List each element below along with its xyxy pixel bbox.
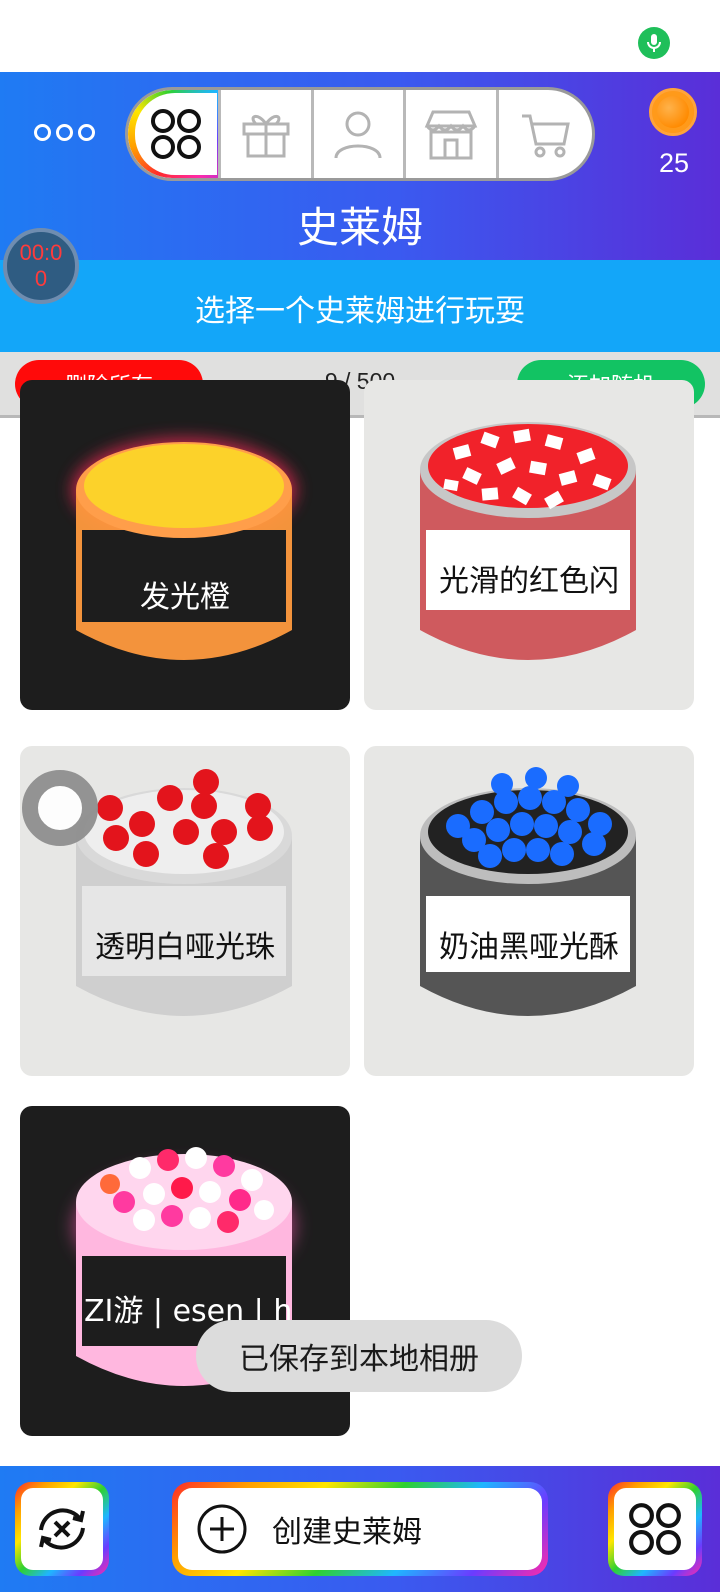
plus-circle-icon bbox=[197, 1504, 247, 1554]
top-tab-bar bbox=[125, 87, 595, 181]
timer-text-line1: 00:0 bbox=[19, 240, 63, 265]
tab-cart[interactable] bbox=[499, 90, 592, 178]
timer-text-line2: 0 bbox=[34, 266, 48, 291]
slime-label: 发光橙 bbox=[140, 580, 230, 615]
dot-icon bbox=[34, 124, 51, 141]
record-button[interactable] bbox=[22, 770, 98, 846]
cart-icon bbox=[521, 114, 570, 158]
profile-icon bbox=[334, 111, 382, 159]
slime-label: 透明白哑光珠 bbox=[95, 930, 275, 965]
slime-card[interactable]: 发光橙 bbox=[20, 380, 350, 710]
swap-button[interactable] bbox=[15, 1482, 109, 1576]
slime-grid-icon bbox=[150, 109, 201, 159]
slime-grid-button[interactable] bbox=[608, 1482, 702, 1576]
slime-jar-image bbox=[72, 438, 296, 660]
shop-icon bbox=[425, 110, 478, 160]
app-root: 25 史莱姆 选择一个史莱姆进行玩耍 00:0 0 删除所有 9 / 500 添… bbox=[0, 0, 720, 1592]
swap-icon bbox=[39, 1508, 85, 1550]
microphone-icon bbox=[638, 27, 670, 59]
slime-label: 光滑的红色闪 bbox=[439, 564, 619, 599]
page-title: 史莱姆 bbox=[296, 203, 423, 252]
coin-count: 25 bbox=[658, 148, 690, 178]
slime-label: 奶油黑哑光酥 bbox=[439, 930, 619, 965]
tab-shop[interactable] bbox=[406, 90, 500, 178]
coin-icon bbox=[649, 88, 697, 136]
status-bar bbox=[0, 0, 720, 72]
bottom-bar: 创建史莱姆 bbox=[0, 1466, 720, 1592]
header: 25 史莱姆 bbox=[0, 72, 720, 260]
subheader-text: 选择一个史莱姆进行玩耍 bbox=[195, 294, 525, 329]
tab-profile[interactable] bbox=[314, 90, 407, 178]
dot-icon bbox=[78, 124, 95, 141]
gift-icon bbox=[242, 115, 290, 158]
slime-jar-image bbox=[420, 767, 636, 1016]
slime-grid-icon bbox=[629, 1503, 681, 1555]
create-slime-label: 创建史莱姆 bbox=[272, 1515, 422, 1550]
create-slime-button[interactable]: 创建史莱姆 bbox=[172, 1482, 548, 1576]
slime-card[interactable]: 奶油黑哑光酥 bbox=[364, 746, 694, 1076]
tab-gifts[interactable] bbox=[221, 90, 314, 178]
slime-jar-image bbox=[420, 422, 636, 660]
more-menu-button[interactable] bbox=[34, 124, 95, 141]
slime-card[interactable]: 光滑的红色闪 bbox=[364, 380, 694, 710]
subheader: 选择一个史莱姆进行玩耍 bbox=[0, 260, 720, 352]
tab-slimes[interactable] bbox=[128, 90, 221, 178]
dot-icon bbox=[56, 124, 73, 141]
toast-message: 已保存到本地相册 bbox=[196, 1320, 522, 1392]
timer-badge[interactable]: 00:0 0 bbox=[3, 228, 79, 304]
